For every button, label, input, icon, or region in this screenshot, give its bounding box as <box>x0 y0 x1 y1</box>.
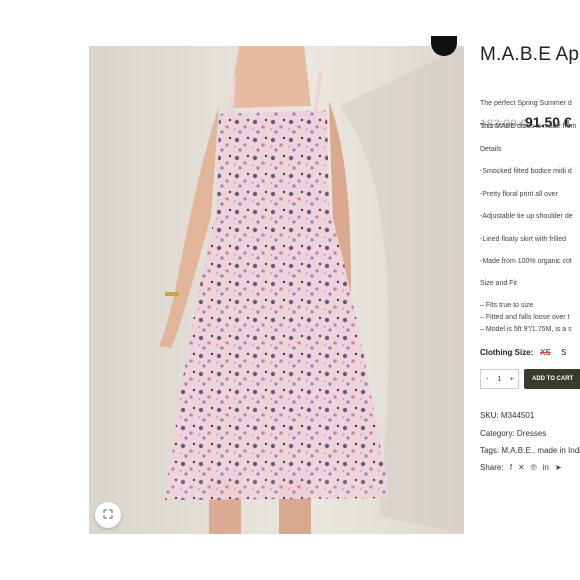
quantity-stepper: - 1 + <box>480 369 519 389</box>
size-option-s[interactable]: S <box>561 348 566 357</box>
description-line: -Smocked fitted bodice midi d <box>480 168 572 175</box>
description-line: -Pretty floral print all over <box>480 191 558 198</box>
description-line: -Made from 100% organic cot <box>480 258 572 265</box>
quantity-input[interactable]: 1 <box>493 370 505 388</box>
pinterest-icon[interactable]: ℗ <box>531 463 537 472</box>
zoom-button[interactable] <box>95 502 121 528</box>
description-line: – Fitted and falls loose over t <box>480 314 570 321</box>
x-icon[interactable]: ✕ <box>518 463 525 472</box>
product-info: M.A.B.E Appa 183.00 € 91.50 € The perfec… <box>480 42 580 542</box>
dress-illustration <box>159 46 464 534</box>
share-row: Share: f ✕ ℗ in ➤ <box>480 463 562 472</box>
description-heading: Details <box>480 146 502 153</box>
description-line: The perfect Spring Summer d <box>480 100 572 107</box>
size-label: Clothing Size: <box>480 348 534 357</box>
description-line: – Fits true to size <box>480 302 534 309</box>
description-line: -Adjustable tie up shoulder de <box>480 213 573 220</box>
quantity-plus-button[interactable]: + <box>506 370 518 388</box>
linkedin-icon[interactable]: in <box>543 463 549 472</box>
category-link[interactable]: Dresses <box>517 429 546 438</box>
sku-label: SKU: <box>480 411 499 420</box>
description-heading: Size and Fit <box>480 280 517 287</box>
expand-icon <box>103 506 113 524</box>
description-line: – Model is 5ft 9"/1.75M, is a s <box>480 326 572 333</box>
description-line: -Lined floaty skirt with frilled <box>480 236 566 243</box>
tags-label: Tags: <box>480 446 500 455</box>
sku-row: SKU: M344501 <box>480 411 534 420</box>
add-to-cart-button[interactable]: ADD TO CART <box>524 369 580 389</box>
share-label: Share: <box>480 463 504 472</box>
product-title: M.A.B.E Appa <box>480 44 580 65</box>
size-option-xs[interactable]: XS <box>540 348 551 357</box>
tags-row: Tags: M.A.B.E., made in India <box>480 446 580 455</box>
facebook-icon[interactable]: f <box>510 463 512 472</box>
category-row: Category: Dresses <box>480 429 546 438</box>
quantity-minus-button[interactable]: - <box>481 370 493 388</box>
category-label: Category: <box>480 429 515 438</box>
tags-links[interactable]: M.A.B.E., made in India <box>501 446 580 455</box>
product-image[interactable] <box>89 46 464 534</box>
telegram-icon[interactable]: ➤ <box>555 463 562 472</box>
sku-value: M344501 <box>500 411 535 420</box>
description-line: This MABE dress is made from <box>480 123 577 130</box>
